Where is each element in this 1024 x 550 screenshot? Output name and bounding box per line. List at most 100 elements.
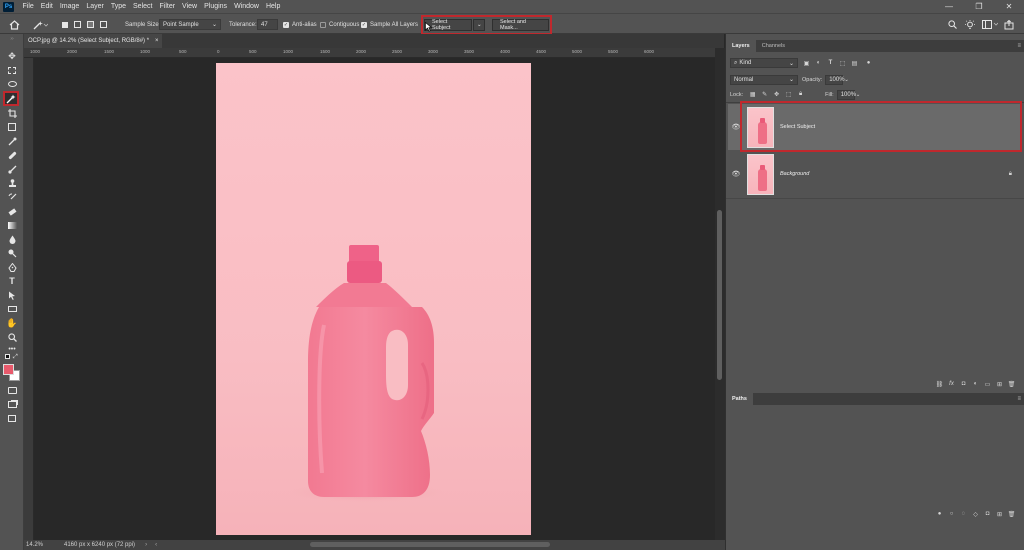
menu-edit[interactable]: Edit xyxy=(37,3,56,10)
edit-toolbar-icon[interactable] xyxy=(5,412,19,424)
zoom-tool-icon[interactable] xyxy=(5,331,19,343)
lock-position-icon[interactable]: ✥ xyxy=(772,90,781,99)
foreground-color-swatch[interactable] xyxy=(3,364,14,375)
add-mask-icon[interactable]: ◘ xyxy=(983,510,992,519)
spot-healing-tool-icon[interactable] xyxy=(5,149,19,161)
delete-path-icon[interactable]: 🗑︎ xyxy=(1007,510,1016,519)
brush-tool-icon[interactable] xyxy=(5,163,19,175)
layer-row-background[interactable]: 👁︎ Background 🔒︎ xyxy=(728,151,1022,197)
menu-layer[interactable]: Layer xyxy=(83,3,108,10)
frame-tool-icon[interactable] xyxy=(5,121,19,133)
crop-tool-icon[interactable] xyxy=(5,107,19,119)
stroke-path-icon[interactable]: ○ xyxy=(947,510,956,519)
hand-tool-icon[interactable]: ✋ xyxy=(5,317,19,329)
close-tab-icon[interactable]: × xyxy=(155,38,159,44)
subtract-from-selection-icon[interactable] xyxy=(87,14,94,35)
marquee-tool-icon[interactable] xyxy=(5,64,19,76)
add-to-selection-icon[interactable] xyxy=(74,14,81,35)
eraser-tool-icon[interactable] xyxy=(5,205,19,217)
discover-lightbulb-icon[interactable] xyxy=(965,14,975,35)
horizontal-scroll-thumb[interactable] xyxy=(310,542,550,547)
menu-help[interactable]: Help xyxy=(262,3,283,10)
type-tool-icon[interactable]: T xyxy=(5,275,19,287)
tolerance-input[interactable]: 47 xyxy=(257,19,278,30)
search-icon[interactable] xyxy=(948,14,957,35)
quick-mask-icon[interactable] xyxy=(5,384,19,396)
layer-name[interactable]: Background xyxy=(780,171,809,177)
history-brush-tool-icon[interactable] xyxy=(5,191,19,203)
intersect-selection-icon[interactable] xyxy=(100,14,107,35)
tab-layers[interactable]: Layers xyxy=(726,40,756,52)
panel-menu-icon[interactable]: ≡ xyxy=(1017,396,1021,402)
close-button[interactable]: ✕ xyxy=(994,0,1024,13)
path-selection-tool-icon[interactable] xyxy=(5,289,19,301)
document-tab[interactable]: OCP.jpg @ 14.2% (Select Subject, RGB/8#)… xyxy=(24,34,162,48)
blur-tool-icon[interactable] xyxy=(5,233,19,245)
menu-plugins[interactable]: Plugins xyxy=(201,3,231,10)
layer-style-fx-icon[interactable]: fx xyxy=(947,380,956,389)
clone-stamp-tool-icon[interactable] xyxy=(5,177,19,189)
load-path-selection-icon[interactable]: ◌ xyxy=(959,510,968,519)
contiguous-checkbox[interactable]: Contiguous xyxy=(320,14,359,35)
home-icon[interactable] xyxy=(9,14,20,35)
smart-object-filter-icon[interactable]: ▤ xyxy=(850,59,859,68)
fill-input[interactable]: 100% xyxy=(836,89,856,100)
zoom-level[interactable]: 14.2% xyxy=(26,542,58,548)
new-layer-icon[interactable]: ⊞ xyxy=(995,380,1004,389)
lasso-tool-icon[interactable] xyxy=(5,78,19,90)
chevron-down-icon[interactable]: ⌄ xyxy=(844,77,849,83)
fill-path-icon[interactable]: ● xyxy=(935,510,944,519)
menu-filter[interactable]: Filter xyxy=(156,3,179,10)
kind-filter-select[interactable]: ⌕ Kind ⌄ xyxy=(730,58,798,68)
menu-view[interactable]: View xyxy=(179,3,201,10)
adjustment-filter-icon[interactable]: ◐ xyxy=(814,59,823,68)
swap-colors-icon[interactable]: ⤢ xyxy=(13,354,18,361)
scroll-left-arrow-icon[interactable]: ‹ xyxy=(155,542,157,548)
lock-artboard-icon[interactable]: ⬚ xyxy=(784,90,793,99)
tab-paths[interactable]: Paths xyxy=(726,393,753,405)
lock-transparent-icon[interactable]: ▦ xyxy=(748,90,757,99)
anti-alias-checkbox[interactable]: ✓ Anti-alias xyxy=(283,14,317,35)
filter-toggle-icon[interactable]: ● xyxy=(864,59,873,68)
lock-all-icon[interactable]: 🔒︎ xyxy=(796,90,805,99)
share-icon[interactable] xyxy=(1004,14,1014,35)
menu-window[interactable]: Window xyxy=(231,3,263,10)
lock-pixels-icon[interactable]: ✎ xyxy=(760,90,769,99)
make-work-path-icon[interactable]: ◇ xyxy=(971,510,980,519)
chevron-down-icon[interactable]: ⌄ xyxy=(856,92,861,98)
status-menu-arrow-icon[interactable]: › xyxy=(145,542,147,548)
blend-mode-select[interactable]: Normal ⌄ xyxy=(730,74,798,85)
menu-type[interactable]: Type xyxy=(107,3,129,10)
menu-file[interactable]: File xyxy=(19,3,37,10)
visibility-eye-icon[interactable]: 👁︎ xyxy=(728,170,744,178)
document-image[interactable] xyxy=(216,63,531,535)
maximize-button[interactable]: ❐ xyxy=(964,0,994,13)
magic-wand-tool-icon[interactable] xyxy=(3,91,19,106)
type-filter-icon[interactable]: T xyxy=(826,59,835,68)
new-group-icon[interactable]: ▭ xyxy=(983,380,992,389)
pixel-filter-icon[interactable]: ▣ xyxy=(802,59,811,68)
delete-layer-icon[interactable]: 🗑︎ xyxy=(1007,380,1016,389)
menu-select[interactable]: Select xyxy=(130,3,156,10)
rectangle-tool-icon[interactable] xyxy=(5,303,19,315)
new-path-icon[interactable]: ⊞ xyxy=(995,510,1004,519)
pen-tool-icon[interactable] xyxy=(5,261,19,273)
minimize-button[interactable]: — xyxy=(934,0,964,13)
document-info[interactable]: 4160 px x 6240 px (72 ppi) xyxy=(64,542,135,548)
opacity-input[interactable]: 100% xyxy=(825,74,845,85)
add-mask-icon[interactable]: ◘ xyxy=(959,380,968,389)
dodge-tool-icon[interactable] xyxy=(5,247,19,259)
sample-size-select[interactable]: Point Sample ⌄ xyxy=(159,19,221,30)
gradient-tool-icon[interactable] xyxy=(5,219,19,231)
eyedropper-tool-icon[interactable] xyxy=(5,135,19,147)
new-selection-icon[interactable] xyxy=(62,14,68,35)
move-tool-icon[interactable]: ✥ xyxy=(5,50,19,62)
sample-all-layers-checkbox[interactable]: ✓ Sample All Layers xyxy=(361,14,418,35)
menu-image[interactable]: Image xyxy=(56,3,82,10)
link-layers-icon[interactable]: ⛓ xyxy=(935,380,944,389)
tab-channels[interactable]: Channels xyxy=(756,40,791,52)
adjustment-layer-icon[interactable]: ◐ xyxy=(971,380,980,389)
lock-icon[interactable]: 🔒︎ xyxy=(1009,171,1012,178)
screen-mode-icon[interactable] xyxy=(5,398,19,410)
shape-filter-icon[interactable]: ⬚ xyxy=(838,59,847,68)
